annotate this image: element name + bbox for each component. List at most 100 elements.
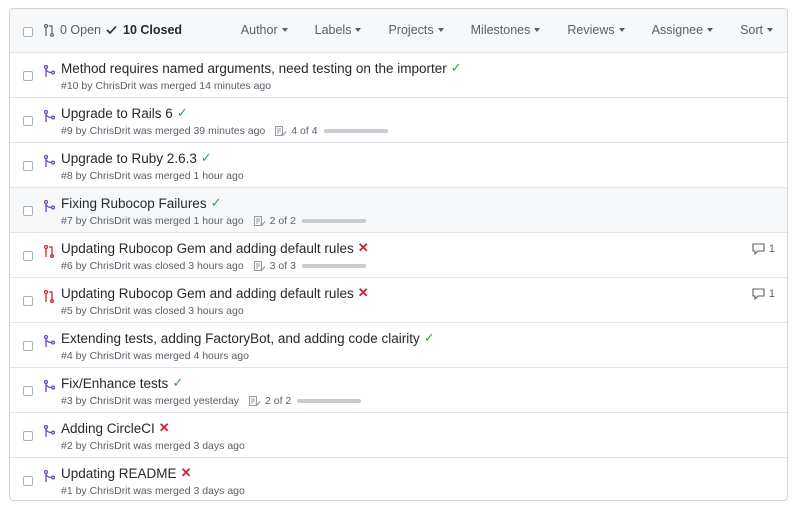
row-checkbox[interactable] bbox=[23, 476, 33, 486]
row-checkbox[interactable] bbox=[23, 386, 33, 396]
row-checkbox[interactable] bbox=[23, 161, 33, 171]
row-checkbox[interactable] bbox=[23, 341, 33, 351]
failure-x-icon[interactable]: ✕ bbox=[358, 240, 369, 256]
list-header: 0 Open 10 Closed Author Labels Projects … bbox=[10, 9, 787, 53]
pr-meta-text: #4 by ChrisDrit was merged 4 hours ago bbox=[61, 350, 249, 362]
task-count: 3 of 3 bbox=[269, 260, 296, 272]
success-check-icon[interactable]: ✓ bbox=[201, 150, 212, 166]
sort-filter-label: Sort bbox=[740, 23, 763, 37]
pr-title-line: Upgrade to Rails 6 ✓ bbox=[61, 105, 188, 121]
comments-link[interactable]: 1 bbox=[752, 288, 775, 300]
projects-filter[interactable]: Projects bbox=[388, 23, 444, 37]
pr-meta: #3 by ChrisDrit was merged yesterday 2 of… bbox=[61, 395, 362, 407]
milestones-filter[interactable]: Milestones bbox=[471, 23, 541, 37]
closed-pr-icon bbox=[43, 289, 54, 303]
comment-count: 1 bbox=[768, 288, 775, 300]
labels-filter[interactable]: Labels bbox=[315, 23, 362, 37]
success-check-icon[interactable]: ✓ bbox=[172, 375, 183, 391]
failure-x-icon[interactable]: ✕ bbox=[159, 420, 170, 436]
pull-request-rows: Method requires named arguments, need te… bbox=[10, 53, 787, 500]
merged-pr-icon bbox=[43, 424, 56, 437]
pr-state-icon bbox=[43, 199, 56, 218]
task-count: 4 of 4 bbox=[291, 125, 318, 137]
task-progress: 2 of 2 bbox=[248, 395, 362, 407]
task-progress: 2 of 2 bbox=[253, 215, 366, 227]
pr-title-link[interactable]: Fixing Rubocop Failures bbox=[61, 196, 207, 211]
pr-state-icon bbox=[43, 334, 56, 353]
pr-title-line: Fixing Rubocop Failures ✓ bbox=[61, 195, 221, 211]
pr-title-line: Method requires named arguments, need te… bbox=[61, 60, 462, 76]
pr-state-icon bbox=[43, 244, 55, 263]
row-checkbox[interactable] bbox=[23, 251, 33, 261]
row-checkbox[interactable] bbox=[23, 116, 33, 126]
caret-down-icon bbox=[437, 28, 444, 32]
pr-title-line: Fix/Enhance tests ✓ bbox=[61, 375, 183, 391]
task-list-icon bbox=[253, 260, 266, 271]
task-progress-bar bbox=[297, 399, 362, 403]
pr-title-link[interactable]: Method requires named arguments, need te… bbox=[61, 61, 447, 76]
pr-meta: #6 by ChrisDrit was closed 3 hours ago 3 … bbox=[61, 260, 366, 272]
comment-icon bbox=[752, 243, 765, 255]
comments-link[interactable]: 1 bbox=[752, 243, 775, 255]
author-filter[interactable]: Author bbox=[241, 23, 288, 37]
pull-request-row: Adding CircleCI ✕ #2 by ChrisDrit was merg… bbox=[10, 413, 787, 458]
caret-down-icon bbox=[355, 28, 362, 32]
pr-title-line: Updating Rubocop Gem and adding default … bbox=[61, 285, 369, 301]
merged-pr-icon bbox=[43, 469, 56, 482]
pull-request-row: Method requires named arguments, need te… bbox=[10, 53, 787, 98]
pr-state-icon bbox=[43, 469, 56, 488]
open-filter-link[interactable]: 0 Open bbox=[44, 23, 101, 37]
success-check-icon[interactable]: ✓ bbox=[211, 195, 222, 211]
merged-pr-icon bbox=[43, 154, 56, 167]
pr-state-icon bbox=[43, 154, 56, 173]
merged-pr-icon bbox=[43, 199, 56, 212]
pr-title-link[interactable]: Fix/Enhance tests bbox=[61, 376, 168, 391]
pr-meta-text: #2 by ChrisDrit was merged 3 days ago bbox=[61, 440, 245, 452]
pr-meta: #9 by ChrisDrit was merged 39 minutes ag… bbox=[61, 125, 388, 137]
success-check-icon[interactable]: ✓ bbox=[177, 105, 188, 121]
pr-meta-text: #6 by ChrisDrit was closed 3 hours ago bbox=[61, 260, 244, 272]
pr-title-link[interactable]: Updating Rubocop Gem and adding default … bbox=[61, 241, 354, 256]
merged-pr-icon bbox=[43, 379, 56, 392]
caret-down-icon bbox=[707, 28, 714, 32]
pr-title-line: Updating Rubocop Gem and adding default … bbox=[61, 240, 369, 256]
pr-title-link[interactable]: Extending tests, adding FactoryBot, and … bbox=[61, 331, 420, 346]
pr-title-link[interactable]: Adding CircleCI bbox=[61, 421, 155, 436]
select-all-checkbox[interactable] bbox=[23, 27, 33, 37]
row-checkbox[interactable] bbox=[23, 296, 33, 306]
reviews-filter-label: Reviews bbox=[567, 23, 615, 37]
reviews-filter[interactable]: Reviews bbox=[567, 23, 625, 37]
pr-title-line: Extending tests, adding FactoryBot, and … bbox=[61, 330, 435, 346]
pr-meta: #4 by ChrisDrit was merged 4 hours ago bbox=[61, 350, 249, 362]
pr-title-link[interactable]: Updating Rubocop Gem and adding default … bbox=[61, 286, 354, 301]
pull-request-row: Updating Rubocop Gem and adding default … bbox=[10, 278, 787, 323]
closed-pr-icon bbox=[43, 244, 54, 258]
row-checkbox[interactable] bbox=[23, 71, 33, 81]
pull-request-row: Fix/Enhance tests ✓ #3 by ChrisDrit was me… bbox=[10, 368, 787, 413]
pr-title-link[interactable]: Updating README bbox=[61, 466, 177, 481]
caret-down-icon bbox=[767, 28, 773, 32]
failure-x-icon[interactable]: ✕ bbox=[358, 285, 369, 301]
pr-state-icon bbox=[43, 289, 55, 308]
labels-filter-label: Labels bbox=[314, 23, 352, 37]
assignee-filter[interactable]: Assignee bbox=[652, 23, 714, 37]
caret-down-icon bbox=[281, 28, 288, 32]
filter-bar: Author Labels Projects Milestones Review… bbox=[214, 23, 773, 37]
pull-request-row: Updating Rubocop Gem and adding default … bbox=[10, 233, 787, 278]
pr-meta: #5 by ChrisDrit was closed 3 hours ago bbox=[61, 305, 244, 317]
sort-filter[interactable]: Sort bbox=[740, 23, 773, 37]
pr-meta: #7 by ChrisDrit was merged 1 hour ago 2 o… bbox=[61, 215, 366, 227]
author-filter-label: Author bbox=[240, 23, 278, 37]
closed-filter-link[interactable]: 10 Closed bbox=[106, 23, 182, 37]
pr-state-icon bbox=[43, 109, 56, 128]
pr-title-link[interactable]: Upgrade to Ruby 2.6.3 bbox=[61, 151, 197, 166]
success-check-icon[interactable]: ✓ bbox=[451, 60, 462, 76]
failure-x-icon[interactable]: ✕ bbox=[181, 465, 192, 481]
success-check-icon[interactable]: ✓ bbox=[424, 330, 435, 346]
pr-state-icon bbox=[43, 64, 56, 83]
row-checkbox[interactable] bbox=[23, 206, 33, 216]
pr-title-link[interactable]: Upgrade to Rails 6 bbox=[61, 106, 173, 121]
open-count-label: 0 Open bbox=[60, 23, 102, 37]
row-checkbox[interactable] bbox=[23, 431, 33, 441]
pr-meta-text: #8 by ChrisDrit was merged 1 hour ago bbox=[61, 170, 244, 182]
